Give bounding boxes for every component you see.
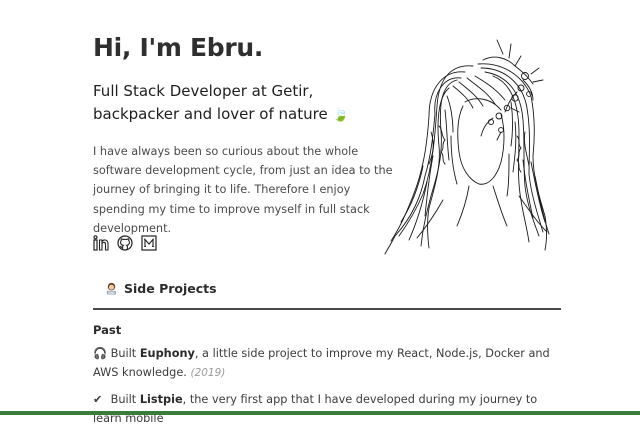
subtitle-text: Full Stack Developer at Getir, backpacke… bbox=[93, 82, 328, 123]
item-prefix: Built bbox=[110, 393, 140, 406]
check-icon: ✔ bbox=[93, 393, 103, 406]
tab-label: Side Projects bbox=[124, 281, 217, 296]
leaf-icon: 🍃 bbox=[332, 108, 349, 123]
tab-side-projects[interactable]: Side Projects bbox=[105, 281, 217, 296]
section-tabs: Side Projects bbox=[93, 276, 561, 310]
github-icon bbox=[117, 235, 133, 251]
item-name[interactable]: Euphony bbox=[140, 347, 195, 360]
item-year: (2019) bbox=[190, 367, 226, 380]
page-subtitle: Full Stack Developer at Getir, backpacke… bbox=[93, 80, 393, 127]
social-links bbox=[93, 235, 157, 251]
headphones-icon: 🎧 bbox=[93, 347, 108, 360]
item-name[interactable]: Listpie bbox=[140, 393, 183, 406]
medium-icon bbox=[141, 235, 157, 251]
medium-link[interactable] bbox=[141, 235, 157, 251]
woman-technologist-icon bbox=[106, 282, 117, 295]
list-item: ✔ Built Listpie, the very first app that… bbox=[93, 390, 553, 428]
linkedin-link[interactable] bbox=[93, 235, 109, 251]
github-link[interactable] bbox=[117, 235, 133, 251]
past-section-label: Past bbox=[93, 323, 122, 337]
list-item: 🎧 Built Euphony, a little side project t… bbox=[93, 344, 553, 383]
portrait-sketch bbox=[384, 39, 550, 255]
bottom-accent-bar bbox=[0, 411, 640, 415]
linkedin-icon bbox=[93, 235, 109, 251]
portfolio-page: Hi, I'm Ebru. Full Stack Developer at Ge… bbox=[0, 0, 640, 425]
page-title: Hi, I'm Ebru. bbox=[93, 33, 264, 62]
intro-paragraph: I have always been so curious about the … bbox=[93, 145, 393, 235]
item-prefix: Built bbox=[110, 347, 140, 360]
